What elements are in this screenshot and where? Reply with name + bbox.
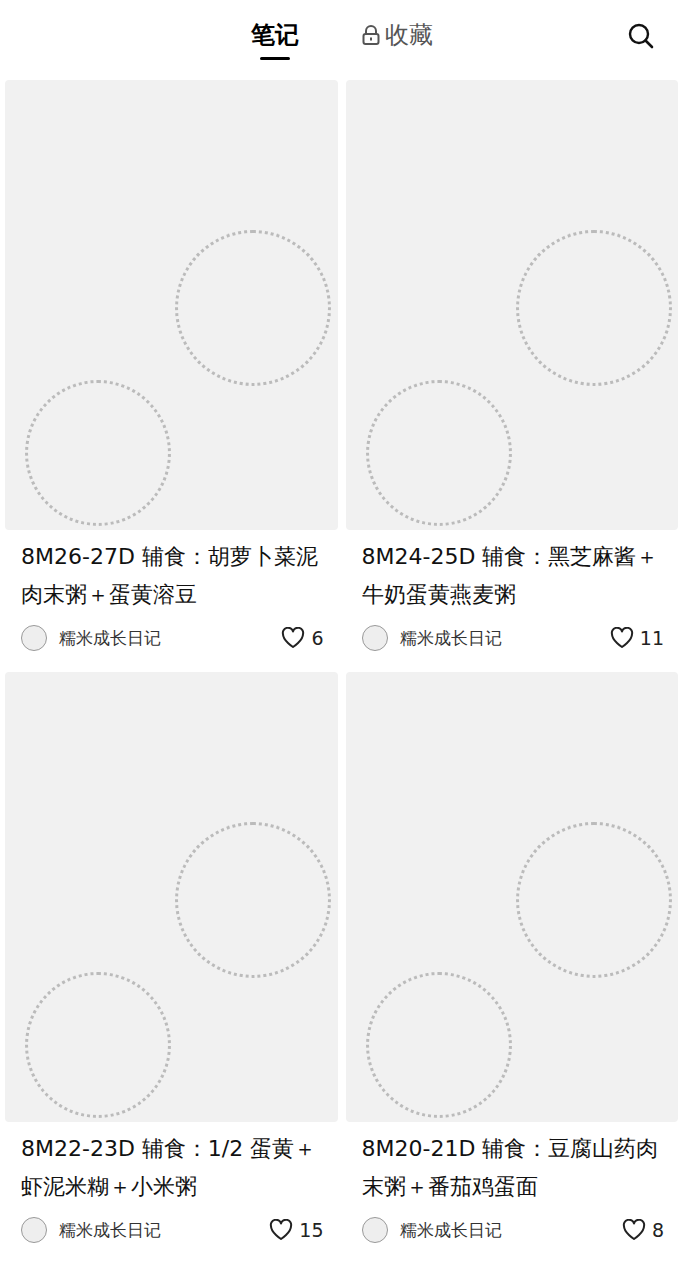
plate — [25, 972, 171, 1118]
note-title[interactable]: 8M22-23D 辅食：1/2 蛋黄＋虾泥米糊＋小米粥 — [5, 1122, 338, 1206]
author-name[interactable]: 糯米成长日记 — [400, 627, 502, 650]
note-title[interactable]: 8M26-27D 辅食：胡萝卜菜泥肉末粥＋蛋黄溶豆 — [5, 530, 338, 614]
plate — [175, 230, 331, 386]
like-button[interactable]: 8 — [622, 1219, 664, 1241]
author-name[interactable]: 糯米成长日记 — [59, 1219, 161, 1242]
tab-label-row: 收藏 — [361, 19, 433, 51]
author[interactable]: 糯米成长日记 — [21, 1217, 161, 1243]
note-card[interactable]: 8M26-27D 辅食：胡萝卜菜泥肉末粥＋蛋黄溶豆糯米成长日记 6 — [5, 80, 338, 660]
note-cover[interactable] — [5, 80, 338, 530]
author[interactable]: 糯米成长日记 — [21, 625, 161, 651]
plate — [366, 972, 512, 1118]
lock-icon — [361, 24, 381, 46]
like-button[interactable]: 11 — [610, 627, 664, 649]
avatar-icon[interactable] — [362, 1217, 388, 1243]
heart-icon — [622, 1219, 646, 1241]
plate — [366, 380, 512, 526]
plate — [516, 822, 672, 978]
author-name[interactable]: 糯米成长日记 — [400, 1219, 502, 1242]
top-bar: 笔记 收藏 — [0, 0, 683, 72]
plate — [25, 380, 171, 526]
note-title[interactable]: 8M24-25D 辅食：黑芝麻酱＋牛奶蛋黄燕麦粥 — [346, 530, 679, 614]
plate — [516, 230, 672, 386]
note-cover[interactable] — [346, 672, 679, 1122]
tab-underline — [260, 57, 290, 60]
avatar-icon[interactable] — [21, 625, 47, 651]
like-count: 11 — [640, 627, 664, 649]
note-card[interactable]: 8M24-25D 辅食：黑芝麻酱＋牛奶蛋黄燕麦粥糯米成长日记 11 — [346, 80, 679, 660]
note-cover[interactable] — [346, 80, 679, 530]
avatar-icon[interactable] — [21, 1217, 47, 1243]
notes-grid: 8M26-27D 辅食：胡萝卜菜泥肉末粥＋蛋黄溶豆糯米成长日记 6 8M24-25D… — [0, 72, 683, 1252]
like-count: 15 — [299, 1219, 323, 1241]
heart-icon — [610, 627, 634, 649]
author-name[interactable]: 糯米成长日记 — [59, 627, 161, 650]
note-title[interactable]: 8M20-21D 辅食：豆腐山药肉末粥＋番茄鸡蛋面 — [346, 1122, 679, 1206]
tab-bar: 笔记 收藏 — [251, 13, 433, 60]
like-count: 6 — [311, 627, 323, 649]
heart-icon — [269, 1219, 293, 1241]
note-meta: 糯米成长日记 6 — [5, 614, 338, 660]
like-button[interactable]: 6 — [281, 627, 323, 649]
note-meta: 糯米成长日记 11 — [346, 614, 679, 660]
tab[interactable]: 收藏 — [361, 13, 433, 60]
like-count: 8 — [652, 1219, 664, 1241]
author[interactable]: 糯米成长日记 — [362, 1217, 502, 1243]
note-meta: 糯米成长日记 8 — [346, 1206, 679, 1252]
note-cover[interactable] — [5, 672, 338, 1122]
note-card[interactable]: 8M22-23D 辅食：1/2 蛋黄＋虾泥米糊＋小米粥糯米成长日记 15 — [5, 672, 338, 1252]
tab-underline — [382, 57, 412, 60]
note-card[interactable]: 8M20-21D 辅食：豆腐山药肉末粥＋番茄鸡蛋面糯米成长日记 8 — [346, 672, 679, 1252]
search-icon[interactable] — [627, 22, 655, 50]
avatar-icon[interactable] — [362, 625, 388, 651]
tab-label-row: 笔记 — [251, 19, 299, 51]
tab-label: 笔记 — [251, 19, 299, 51]
author[interactable]: 糯米成长日记 — [362, 625, 502, 651]
plate — [175, 822, 331, 978]
like-button[interactable]: 15 — [269, 1219, 323, 1241]
heart-icon — [281, 627, 305, 649]
tab[interactable]: 笔记 — [251, 13, 299, 60]
note-meta: 糯米成长日记 15 — [5, 1206, 338, 1252]
tab-label: 收藏 — [385, 19, 433, 51]
